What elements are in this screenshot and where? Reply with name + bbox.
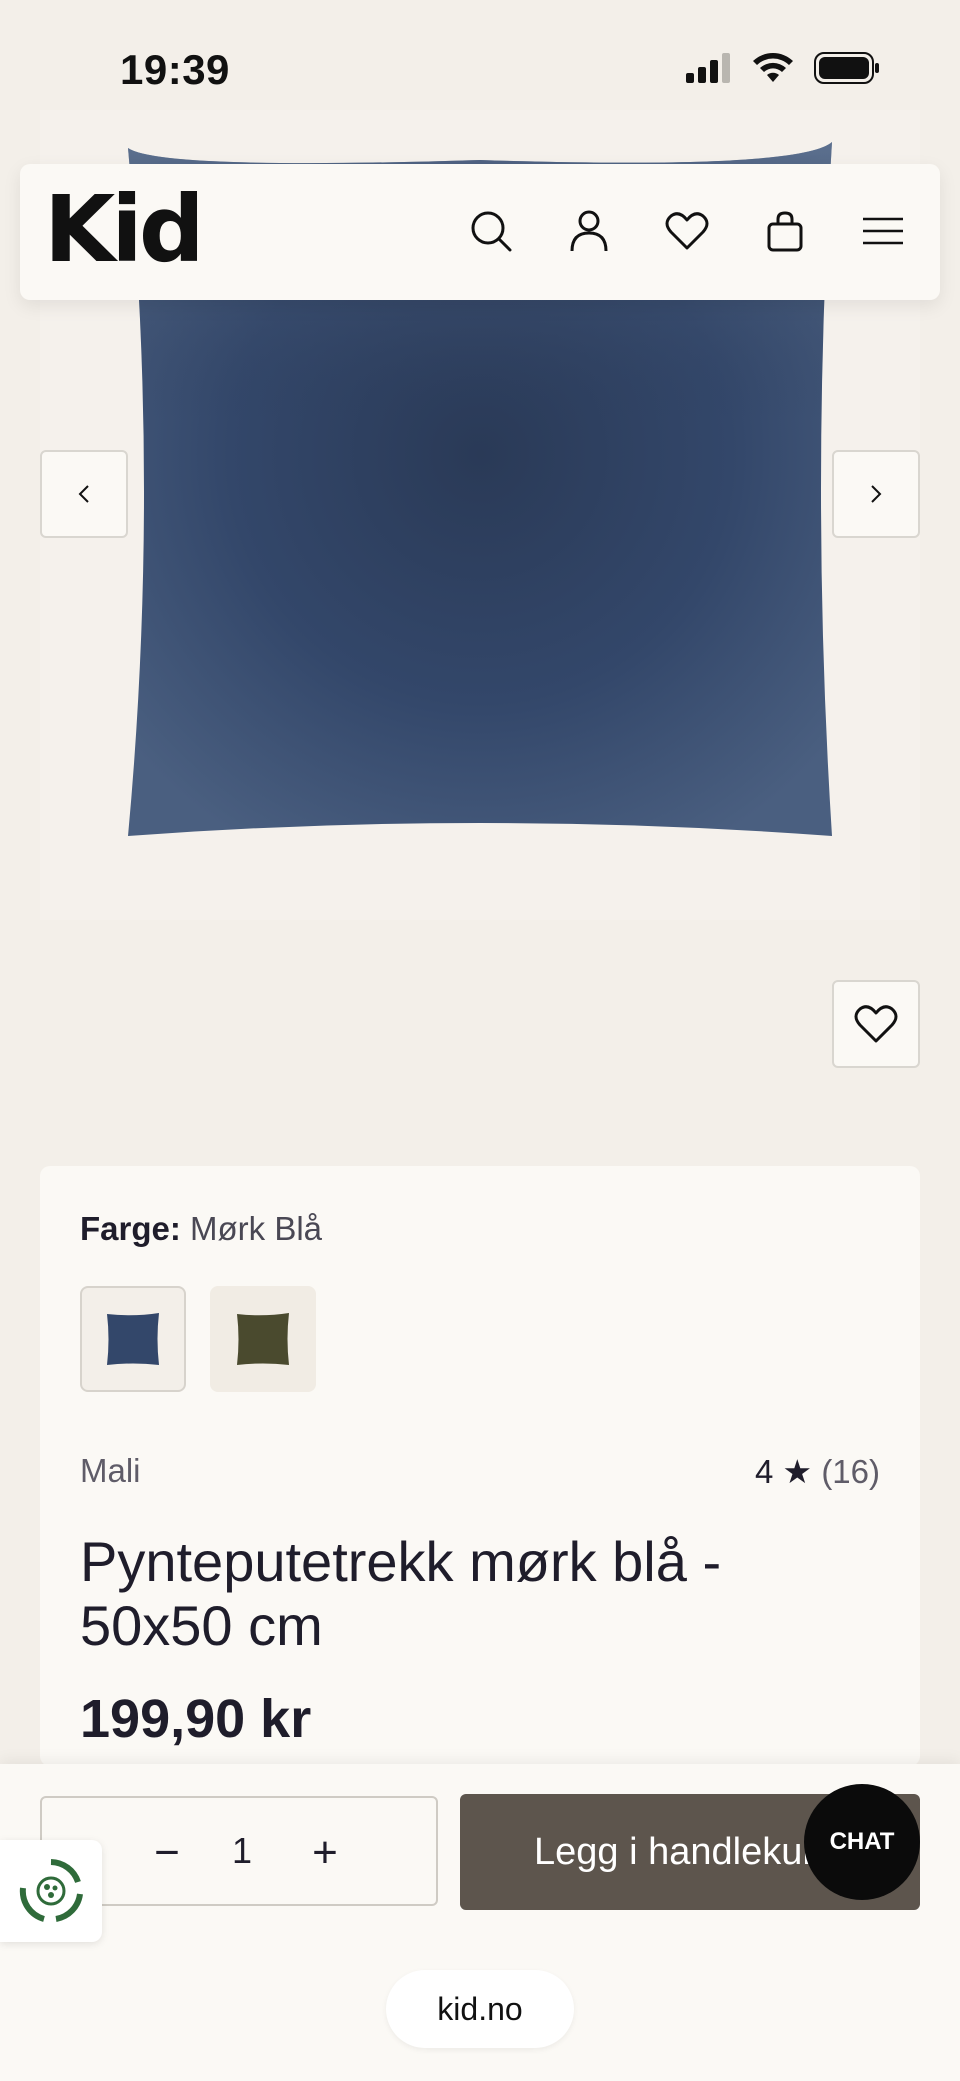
- recycle-icon: [19, 1859, 83, 1922]
- status-time: 19:39: [120, 46, 230, 93]
- product-price: 199,90 kr: [80, 1689, 312, 1749]
- color-label: Farge:: [80, 1210, 181, 1247]
- browser-url-bar[interactable]: kid.no: [386, 1970, 574, 2048]
- search-icon[interactable]: [464, 204, 518, 258]
- product-rating[interactable]: 4 ★ (16): [755, 1452, 880, 1491]
- heart-icon: [854, 1005, 898, 1043]
- battery-icon: [814, 52, 879, 84]
- chevron-left-icon: [78, 485, 89, 503]
- site-header: Kid: [20, 164, 940, 300]
- chat-button[interactable]: CHAT: [804, 1784, 920, 1900]
- quantity-value[interactable]: 1: [222, 1830, 262, 1872]
- previous-image-button[interactable]: [40, 450, 128, 538]
- add-to-cart-label: Legg i handlekurv: [534, 1830, 834, 1873]
- recycle-badge[interactable]: [0, 1840, 102, 1942]
- user-icon[interactable]: [562, 204, 616, 258]
- header-icons: [464, 204, 910, 258]
- product-brand[interactable]: Mali: [80, 1452, 141, 1490]
- add-to-favorites-button[interactable]: [832, 980, 920, 1068]
- star-icon: ★: [782, 1453, 813, 1490]
- rating-value: 4: [755, 1453, 774, 1490]
- bag-icon[interactable]: [758, 204, 812, 258]
- swatch-pillow-green: [237, 1313, 289, 1365]
- color-value: Mørk Blå: [190, 1210, 323, 1247]
- chevron-right-icon: [871, 485, 882, 503]
- color-swatch-green[interactable]: [210, 1286, 316, 1392]
- product-info-card: Farge: Mørk Blå Mali 4 ★ (16) Pynteputet…: [40, 1166, 920, 1766]
- increase-quantity-button[interactable]: +: [300, 1828, 350, 1878]
- status-icons: [686, 52, 880, 84]
- kid-logo[interactable]: Kid: [44, 184, 205, 276]
- menu-icon[interactable]: [856, 204, 910, 258]
- cellular-signal-icon: [686, 53, 730, 83]
- color-swatch-dark-blue[interactable]: [80, 1286, 186, 1392]
- rating-count: (16): [821, 1453, 880, 1490]
- wifi-icon: [753, 53, 793, 82]
- product-title: Pynteputetrekk mørk blå - 50x50 cm: [80, 1530, 722, 1657]
- color-selection-label: Farge: Mørk Blå: [80, 1210, 322, 1248]
- swatch-pillow-blue: [107, 1313, 159, 1365]
- next-image-button[interactable]: [832, 450, 920, 538]
- heart-icon[interactable]: [660, 204, 714, 258]
- decrease-quantity-button[interactable]: −: [142, 1828, 192, 1878]
